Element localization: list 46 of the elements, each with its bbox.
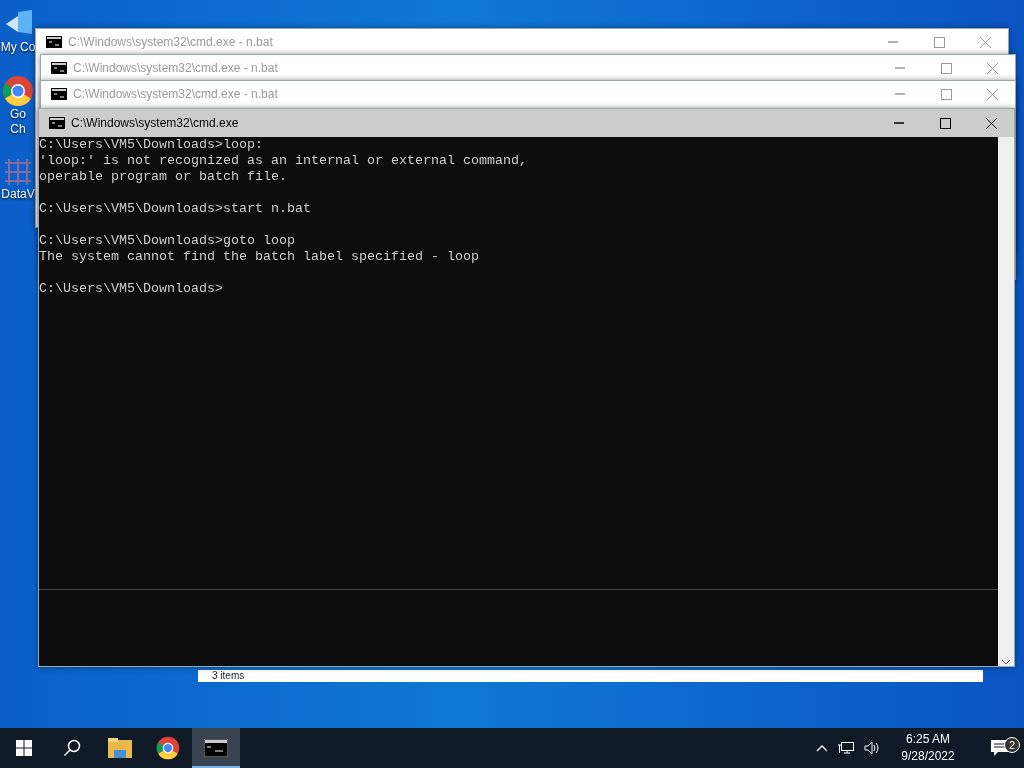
minimize-icon xyxy=(895,93,905,95)
chrome-icon xyxy=(156,736,180,760)
window-title: C:\Windows\system32\cmd.exe - n.bat xyxy=(68,34,273,51)
maximize-icon xyxy=(939,117,951,129)
notification-button[interactable]: 2 xyxy=(976,739,1024,757)
console-icon xyxy=(204,739,228,757)
console-line: C:\Users\VM5\Downloads>goto loop xyxy=(39,233,296,249)
window-title: C:\Windows\system32\cmd.exe - n.bat xyxy=(73,60,278,77)
close-icon xyxy=(986,62,998,74)
windows-logo-icon xyxy=(16,740,32,756)
console-icon xyxy=(46,36,62,48)
console-line: C:\Users\VM5\Downloads>start n.bat xyxy=(39,201,312,217)
chrome-icon[interactable] xyxy=(2,75,34,107)
close-icon xyxy=(979,36,991,48)
minimize-icon xyxy=(894,122,904,124)
folder-icon xyxy=(108,738,132,758)
close-icon xyxy=(986,88,998,100)
chevron-down-icon[interactable] xyxy=(1001,658,1011,666)
console-line: C:\Users\VM5\Downloads>loop: xyxy=(39,137,264,153)
network-icon[interactable] xyxy=(838,741,854,755)
maximize-icon xyxy=(933,36,945,48)
console-icon xyxy=(51,88,67,100)
maximize-icon xyxy=(940,62,952,74)
console-line: The system cannot find the batch label specified - loop xyxy=(39,249,480,265)
speaker-icon[interactable] xyxy=(864,741,880,755)
icon-label: Ch xyxy=(10,122,26,137)
minimize-icon xyxy=(895,67,905,69)
console-line: operable program or batch file. xyxy=(39,169,288,185)
icon-label: DataV xyxy=(1,187,35,202)
icon-label: My Co xyxy=(0,40,36,55)
window-title: C:\Windows\system32\cmd.exe xyxy=(71,115,239,132)
console-line: 'loop:' is not recognized as an internal or external command, xyxy=(39,153,528,169)
notification-count: 2 xyxy=(1004,737,1020,753)
minimize-icon xyxy=(888,41,898,43)
clock[interactable]: 6:25 AM 9/28/2022 xyxy=(890,731,966,765)
search-icon xyxy=(63,739,81,757)
console-icon xyxy=(49,117,65,129)
close-icon xyxy=(985,117,997,129)
maximize-icon xyxy=(940,88,952,100)
taskbar-button[interactable] xyxy=(192,728,240,768)
window-title: C:\Windows\system32\cmd.exe - n.bat xyxy=(73,86,278,103)
status-bar-text: 3 items xyxy=(198,670,983,682)
chevron-up-icon[interactable] xyxy=(816,744,828,752)
icon-label: Go xyxy=(10,107,26,122)
console-icon xyxy=(51,62,67,74)
console-line: C:\Users\VM5\Downloads> xyxy=(39,281,224,297)
